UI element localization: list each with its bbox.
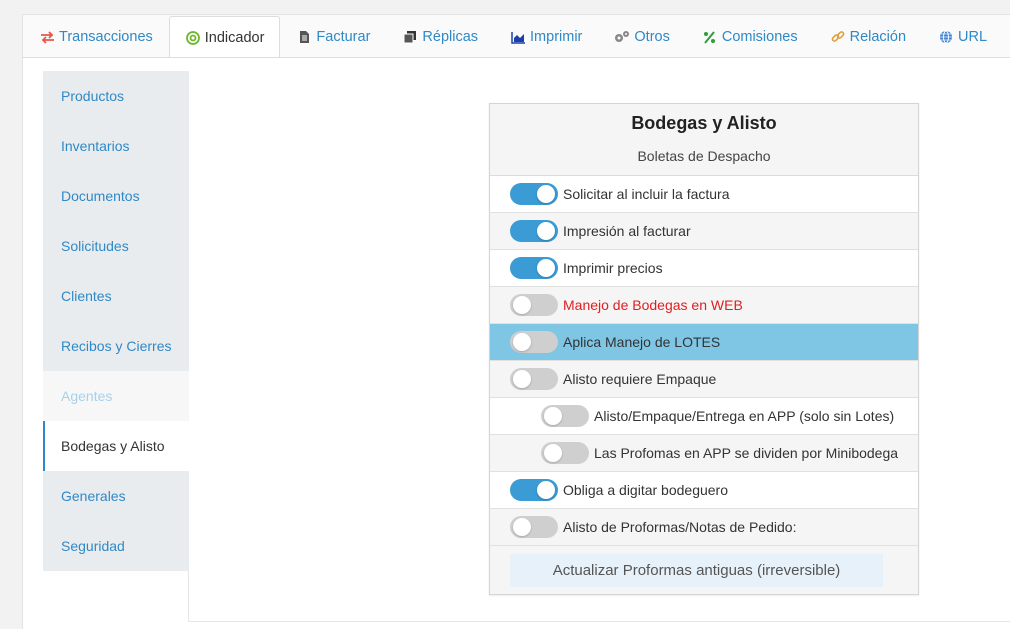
document-icon xyxy=(296,29,312,45)
target-icon xyxy=(185,30,201,46)
tab-otros[interactable]: Otros xyxy=(598,16,685,57)
update-old-proformas-button[interactable]: Actualizar Proformas antiguas (irreversi… xyxy=(510,553,883,587)
panel-title: Bodegas y Alisto xyxy=(631,113,777,133)
sidebar-item-documentos[interactable]: Documentos xyxy=(43,171,189,221)
sidebar-item-label: Clientes xyxy=(61,288,112,304)
sidebar-item-label: Agentes xyxy=(61,388,113,404)
tab-transacciones[interactable]: Transacciones xyxy=(23,16,169,57)
settings-panel: Bodegas y Alisto Boletas de Despacho Sol… xyxy=(489,103,919,595)
toggle-switch[interactable] xyxy=(510,516,558,538)
sidebar-item-agentes: Agentes xyxy=(43,371,189,421)
setting-row: Obliga a digitar bodeguero xyxy=(490,472,918,509)
panel-footer: Actualizar Proformas antiguas (irreversi… xyxy=(490,546,918,594)
setting-row: Aplica Manejo de LOTES xyxy=(490,324,918,361)
copy-icon xyxy=(402,29,418,45)
sidebar-item-label: Documentos xyxy=(61,188,140,204)
setting-row: Manejo de Bodegas en WEB xyxy=(490,287,918,324)
toggle-switch[interactable] xyxy=(510,331,558,353)
setting-row: Solicitar al incluir la factura xyxy=(490,176,918,213)
tab-facturar[interactable]: Facturar xyxy=(280,16,386,57)
tab-bar: Transacciones Indicador Facturar Réplica… xyxy=(23,15,1010,58)
toggle-switch[interactable] xyxy=(510,294,558,316)
link-icon xyxy=(830,29,846,45)
sidebar-item-bodegas-y-alisto[interactable]: Bodegas y Alisto xyxy=(43,421,189,471)
setting-label: Aplica Manejo de LOTES xyxy=(563,334,721,350)
tab-imprimir[interactable]: Imprimir xyxy=(494,16,598,57)
sidebar-item-label: Generales xyxy=(61,488,126,504)
sidebar-item-label: Seguridad xyxy=(61,538,125,554)
main-frame: Transacciones Indicador Facturar Réplica… xyxy=(22,14,1010,629)
toggle-switch[interactable] xyxy=(510,220,558,242)
setting-row: Imprimir precios xyxy=(490,250,918,287)
sidebar-item-label: Productos xyxy=(61,88,125,104)
panel-subtitle: Boletas de Despacho xyxy=(490,137,918,176)
toggle-switch[interactable] xyxy=(541,405,589,427)
exchange-icon xyxy=(39,29,55,45)
sidebar-item-clientes[interactable]: Clientes xyxy=(43,271,189,321)
setting-row: Alisto/Empaque/Entrega en APP (solo sin … xyxy=(490,398,918,435)
setting-label: Manejo de Bodegas en WEB xyxy=(563,297,743,313)
setting-row: Las Profomas en APP se dividen por Minib… xyxy=(490,435,918,472)
sidebar-item-productos[interactable]: Productos xyxy=(43,71,189,121)
toggle-switch[interactable] xyxy=(510,257,558,279)
sidebar-item-generales[interactable]: Generales xyxy=(43,471,189,521)
toggle-switch[interactable] xyxy=(541,442,589,464)
setting-label: Alisto de Proformas/Notas de Pedido: xyxy=(563,519,797,535)
sidebar-item-recibos-y-cierres[interactable]: Recibos y Cierres xyxy=(43,321,189,371)
tab-indicador[interactable]: Indicador xyxy=(168,16,281,57)
sidebar-item-solicitudes[interactable]: Solicitudes xyxy=(43,221,189,271)
setting-label: Obliga a digitar bodeguero xyxy=(563,482,729,498)
setting-row: Alisto de Proformas/Notas de Pedido: xyxy=(490,509,918,546)
toggle-switch[interactable] xyxy=(510,479,558,501)
toggle-switch[interactable] xyxy=(510,368,558,390)
setting-label: Las Profomas en APP se dividen por Minib… xyxy=(594,445,899,461)
setting-row: Impresión al facturar xyxy=(490,213,918,250)
tab-replicas[interactable]: Réplicas xyxy=(386,16,494,57)
tab-overflow-gear[interactable] xyxy=(1003,16,1010,57)
sidebar: Productos Inventarios Documentos Solicit… xyxy=(43,71,189,571)
sidebar-item-label: Bodegas y Alisto xyxy=(61,438,165,454)
tab-url[interactable]: URL xyxy=(922,16,1003,57)
tab-relacion[interactable]: Relación xyxy=(814,16,922,57)
setting-label: Impresión al facturar xyxy=(563,223,691,239)
gears-icon xyxy=(614,29,630,45)
setting-label: Alisto/Empaque/Entrega en APP (solo sin … xyxy=(594,408,895,424)
setting-row: Alisto requiere Empaque xyxy=(490,361,918,398)
sidebar-item-label: Solicitudes xyxy=(61,238,129,254)
area-chart-icon xyxy=(510,29,526,45)
sidebar-item-inventarios[interactable]: Inventarios xyxy=(43,121,189,171)
sidebar-item-seguridad[interactable]: Seguridad xyxy=(43,521,189,571)
sidebar-item-label: Recibos y Cierres xyxy=(61,338,172,354)
toggle-switch[interactable] xyxy=(510,183,558,205)
percent-icon xyxy=(702,29,718,45)
setting-label: Imprimir precios xyxy=(563,260,663,276)
globe-icon xyxy=(938,29,954,45)
setting-label: Alisto requiere Empaque xyxy=(563,371,717,387)
sidebar-item-label: Inventarios xyxy=(61,138,130,154)
setting-label: Solicitar al incluir la factura xyxy=(563,186,730,202)
tab-comisiones[interactable]: Comisiones xyxy=(686,16,814,57)
